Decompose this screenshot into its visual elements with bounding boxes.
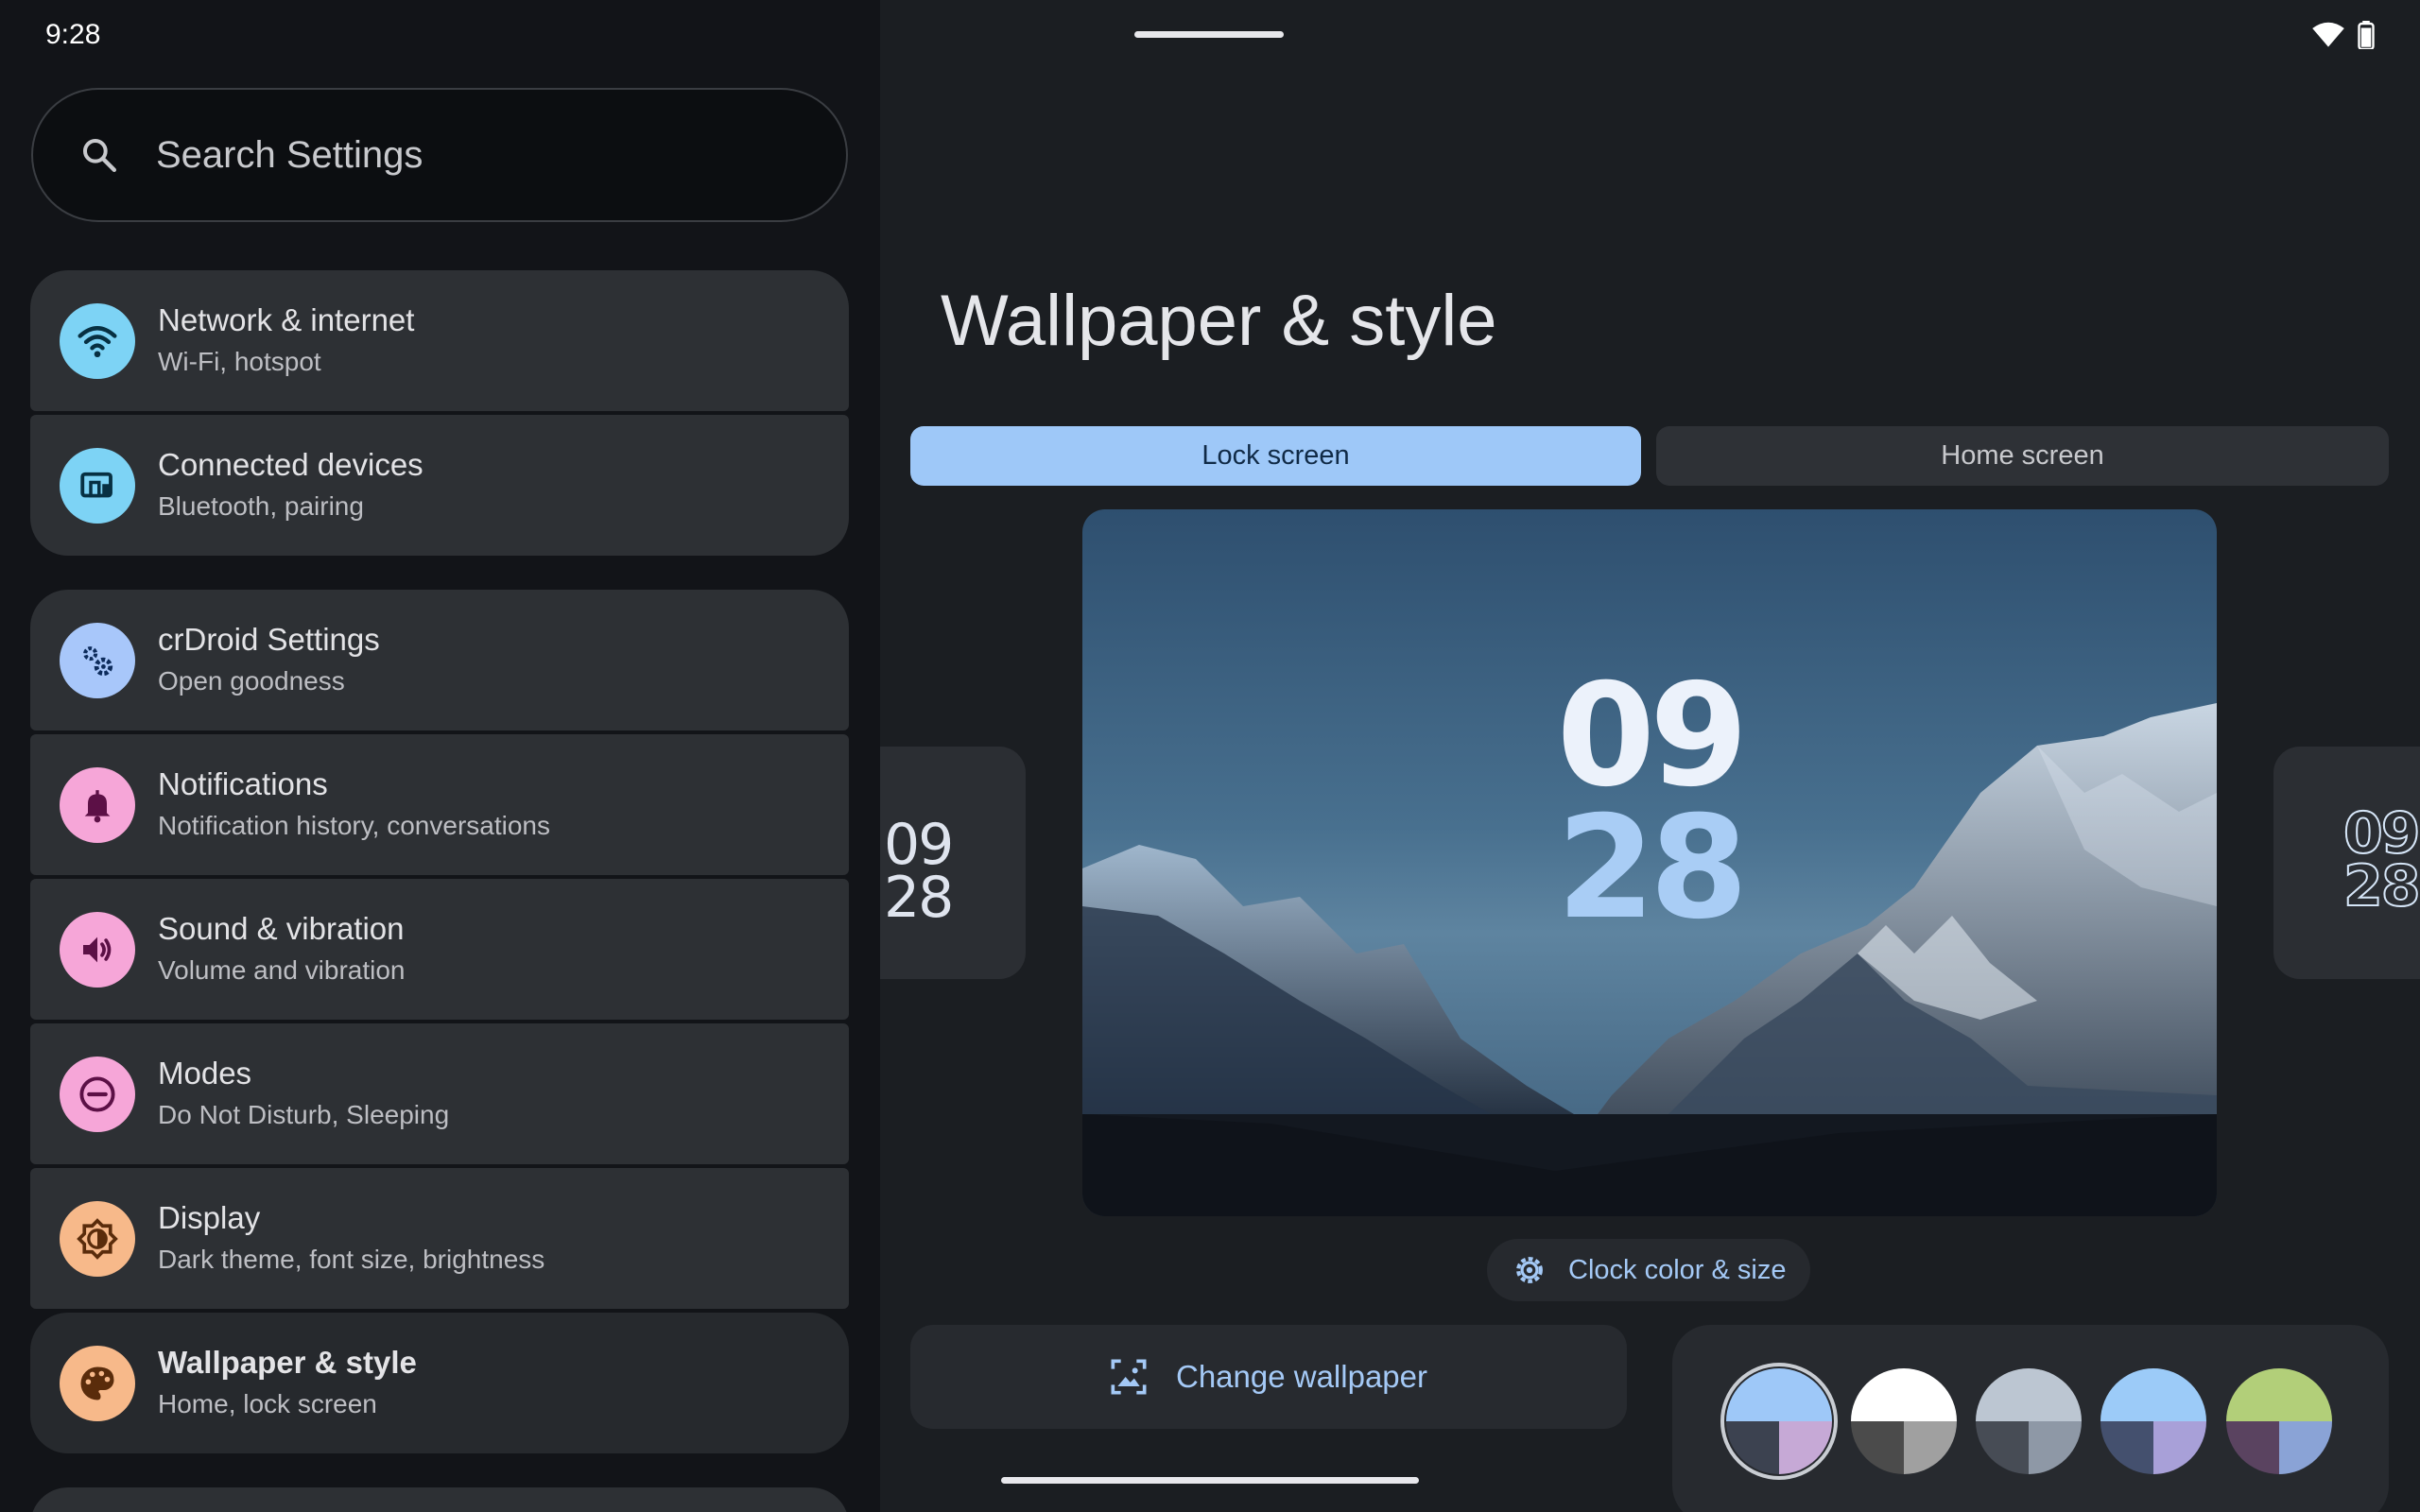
swatch-top <box>1851 1368 1957 1421</box>
swatch-top <box>1976 1368 2082 1421</box>
item-subtitle: Do Not Disturb, Sleeping <box>158 1099 450 1129</box>
settings-item-sound[interactable]: Sound & vibration Volume and vibration <box>30 879 849 1020</box>
mini-clock-minutes: 28 <box>884 865 954 931</box>
clock-hours: 09 <box>1556 654 1749 818</box>
lock-screen-clock: 09 28 <box>1527 654 1772 951</box>
clock-minutes: 28 <box>1556 786 1749 951</box>
swatch-top <box>2226 1368 2332 1421</box>
palette-icon <box>60 1345 135 1421</box>
item-title: Sound & vibration <box>158 910 405 946</box>
bell-icon <box>60 766 135 843</box>
page-title: Wallpaper & style <box>941 281 1497 361</box>
item-subtitle: Dark theme, font size, brightness <box>158 1244 545 1274</box>
color-swatch[interactable] <box>1851 1368 1957 1474</box>
gear-icon <box>1516 1257 1543 1283</box>
wifi-icon <box>2312 22 2344 47</box>
settings-item-next[interactable] <box>30 1487 849 1512</box>
item-subtitle: Bluetooth, pairing <box>158 490 364 521</box>
lock-screen-preview[interactable]: 09 28 <box>1082 509 2217 1216</box>
item-title: Network & internet <box>158 301 415 337</box>
swatch-bottom-right <box>2279 1421 2332 1474</box>
item-subtitle: Home, lock screen <box>158 1388 377 1418</box>
item-title: Wallpaper & style <box>158 1344 417 1380</box>
devices-icon <box>60 447 135 524</box>
settings-item-crdroid[interactable]: crDroid Settings Open goodness <box>30 590 849 730</box>
swatch-bottom-left <box>2226 1421 2279 1474</box>
mini-clock-minutes: 28 <box>2342 853 2420 919</box>
swatch-top <box>2100 1368 2206 1421</box>
settings-item-network[interactable]: Network & internet Wi-Fi, hotspot <box>30 270 849 411</box>
status-icons <box>2312 21 2375 49</box>
swatch-bottom-left <box>1726 1421 1779 1474</box>
wallpaper-icon <box>1111 1359 1147 1395</box>
speaker-icon <box>60 911 135 988</box>
swatch-bottom-left <box>1976 1421 2029 1474</box>
mini-clock: 09 28 <box>884 812 954 931</box>
top-drag-handle[interactable] <box>1134 31 1284 38</box>
settings-item-display[interactable]: Display Dark theme, font size, brightnes… <box>30 1168 849 1309</box>
settings-item-modes[interactable]: Modes Do Not Disturb, Sleeping <box>30 1023 849 1164</box>
settings-item-connected-devices[interactable]: Connected devices Bluetooth, pairing <box>30 415 849 556</box>
item-title: Modes <box>158 1055 252 1091</box>
item-title: crDroid Settings <box>158 621 380 657</box>
mini-clock: 09 28 <box>2342 800 2420 919</box>
swatch-bottom-left <box>1851 1421 1904 1474</box>
status-time: 9:28 <box>45 19 101 50</box>
change-wallpaper-label: Change wallpaper <box>1175 1359 1427 1394</box>
color-swatch[interactable] <box>1976 1368 2082 1474</box>
mini-clock-hours: 09 <box>2342 800 2420 867</box>
brightness-icon <box>60 1200 135 1277</box>
wifi-icon <box>60 302 135 379</box>
clock-style-preview-next[interactable]: 09 28 <box>2273 747 2420 979</box>
item-title: Notifications <box>158 765 328 801</box>
settings-item-wallpaper[interactable]: Wallpaper & style Home, lock screen <box>30 1313 849 1453</box>
item-subtitle: Volume and vibration <box>158 954 406 985</box>
swatch-bottom-right <box>2029 1421 2082 1474</box>
change-wallpaper-button[interactable]: Change wallpaper <box>910 1325 1627 1429</box>
clock-color-size-label: Clock color & size <box>1568 1254 1787 1285</box>
swatch-top <box>1726 1368 1832 1421</box>
tab-home-screen[interactable]: Home screen <box>1656 426 2389 486</box>
item-title: Connected devices <box>158 446 424 482</box>
swatch-bottom-right <box>2153 1421 2206 1474</box>
clock-style-preview-previous[interactable]: 09 28 <box>880 747 1026 979</box>
color-swatch[interactable] <box>2226 1368 2332 1474</box>
item-title: Display <box>158 1199 261 1235</box>
search-placeholder: Search Settings <box>156 133 424 176</box>
settings-item-notifications[interactable]: Notifications Notification history, conv… <box>30 734 849 875</box>
item-subtitle: Notification history, conversations <box>158 810 550 840</box>
search-icon <box>83 139 117 172</box>
gears-icon <box>60 622 135 698</box>
item-subtitle: Open goodness <box>158 665 345 696</box>
tab-lock-screen[interactable]: Lock screen <box>910 426 1641 486</box>
color-swatch[interactable] <box>2100 1368 2206 1474</box>
clock-color-size-button[interactable]: Clock color & size <box>1487 1239 1810 1301</box>
swatch-bottom-left <box>2100 1421 2153 1474</box>
do-not-disturb-icon <box>60 1056 135 1132</box>
mini-clock-hours: 09 <box>884 812 954 878</box>
color-swatch[interactable] <box>1726 1368 1832 1474</box>
gesture-nav-handle[interactable] <box>1001 1477 1419 1484</box>
battery-icon <box>2358 21 2375 49</box>
item-subtitle: Wi-Fi, hotspot <box>158 346 321 376</box>
search-bar[interactable]: Search Settings <box>31 88 848 222</box>
swatch-bottom-right <box>1904 1421 1957 1474</box>
swatch-bottom-right <box>1779 1421 1832 1474</box>
